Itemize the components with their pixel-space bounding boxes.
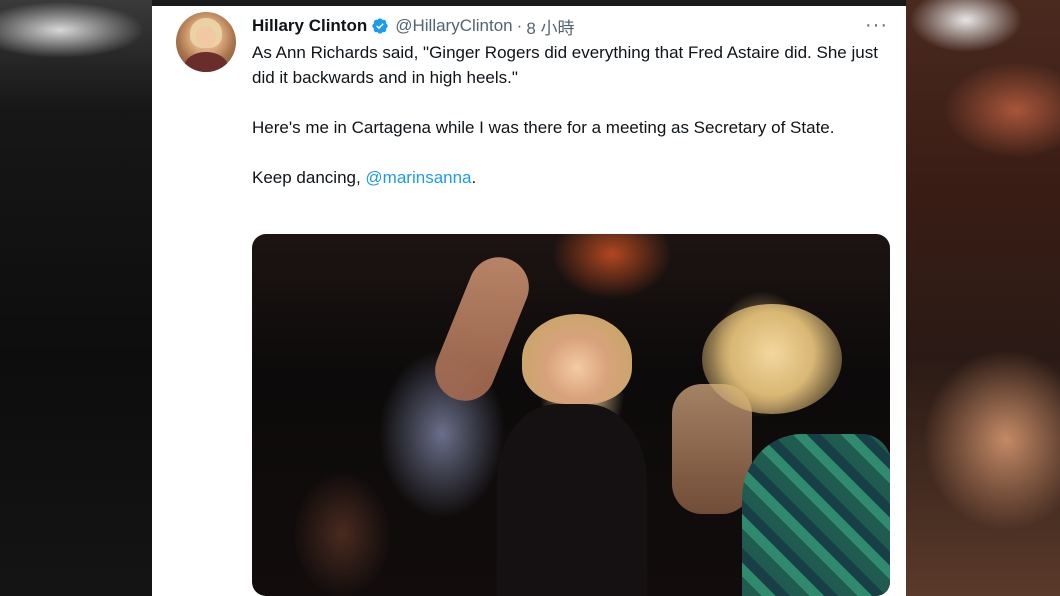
more-options-icon[interactable]: ··· <box>865 14 888 37</box>
verified-badge-icon <box>372 18 388 34</box>
timestamp[interactable]: 8 小時 <box>526 14 574 39</box>
author-name[interactable]: Hillary Clinton <box>252 16 367 36</box>
background-right <box>906 0 1060 596</box>
background-left <box>0 0 152 596</box>
separator-dot: · <box>516 16 523 35</box>
avatar[interactable] <box>176 12 236 72</box>
closing-suffix: . <box>471 168 477 187</box>
tweet-paragraph-quote: As Ann Richards said, "Ginger Rogers did… <box>252 43 878 87</box>
tweet-paragraph-cartagena: Here's me in Cartagena while I was there… <box>252 118 835 137</box>
tweet-header: Hillary Clinton @HillaryClinton · 8 小時 <box>252 14 575 38</box>
tweet-text: As Ann Richards said, "Ginger Rogers did… <box>252 40 882 215</box>
tweet-paragraph-closing: Keep dancing, @marinsanna. <box>252 165 882 190</box>
mention-link[interactable]: @marinsanna <box>365 168 471 187</box>
tweet-card: Hillary Clinton @HillaryClinton · 8 小時 ·… <box>152 6 906 596</box>
author-handle[interactable]: @HillaryClinton <box>395 16 512 36</box>
tweet-photo[interactable] <box>252 234 890 596</box>
closing-prefix: Keep dancing, <box>252 168 366 187</box>
